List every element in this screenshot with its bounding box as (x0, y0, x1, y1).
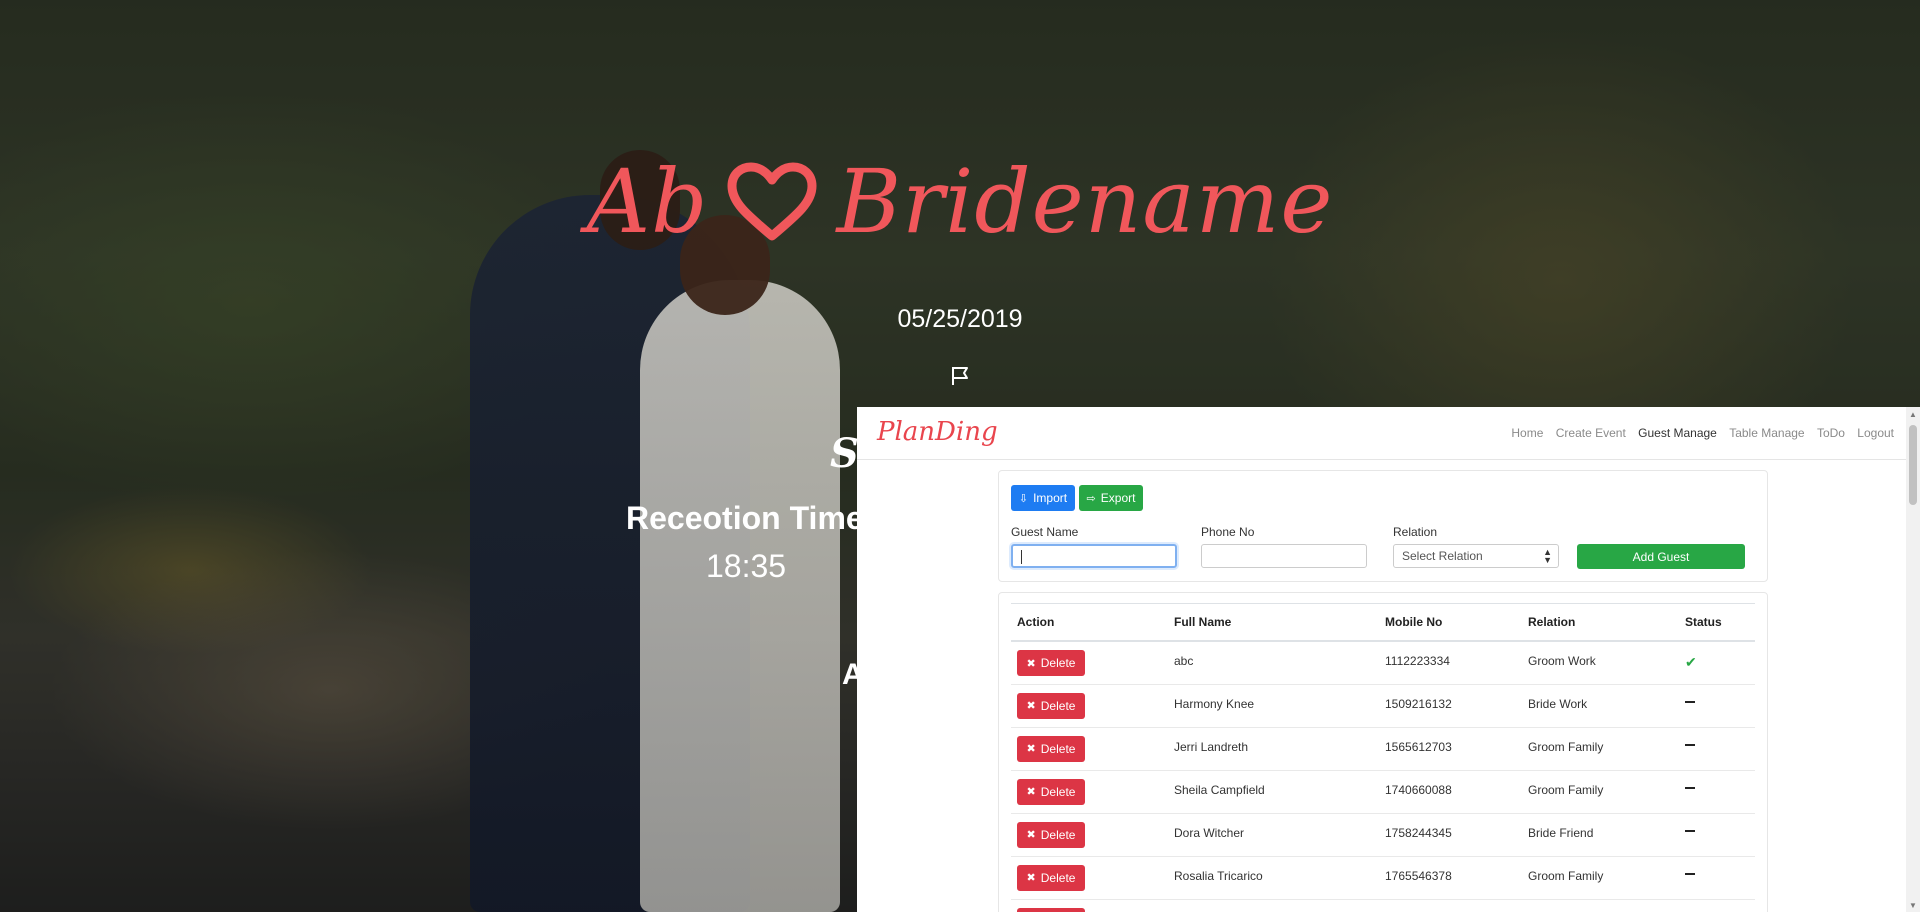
guest-name: abc (1168, 641, 1379, 685)
scrollbar[interactable]: ▲ ▼ (1906, 407, 1920, 912)
minus-icon (1685, 787, 1695, 790)
nav-home[interactable]: Home (1511, 426, 1543, 440)
close-icon: ✖ (1026, 700, 1036, 712)
guest-name: Sheila Campfield (1168, 770, 1379, 814)
nav-create-event[interactable]: Create Event (1556, 426, 1626, 440)
file-import-icon: ⇩ (1018, 492, 1029, 505)
text-caret (1021, 550, 1022, 564)
guest-name: Jerri Landreth (1168, 727, 1379, 771)
close-icon: ✖ (1026, 786, 1036, 798)
guest-mobile: 1765546378 (1379, 856, 1522, 900)
minus-icon (1685, 830, 1695, 833)
minus-icon (1685, 701, 1695, 704)
table-row: ✖ Delete Harmony Knee 1509216132 Bride Wo… (1011, 684, 1755, 728)
delete-button[interactable]: ✖Delete (1017, 778, 1085, 805)
reception-time: 18:35 (706, 548, 787, 584)
delete-button[interactable]: ✖Delete (1017, 735, 1085, 762)
delete-button[interactable]: ✖Delete (1017, 821, 1085, 848)
scrollbar-thumb[interactable] (1909, 425, 1917, 505)
groom-name: Ab (586, 150, 709, 253)
navbar: PlanDing Home Create Event Guest Manage … (857, 407, 1920, 460)
guest-table-card: Action Full Name Mobile No Relation Stat… (998, 592, 1768, 912)
couple-names: Ab Bridename (0, 150, 1920, 263)
col-mobile: Mobile No (1379, 603, 1522, 642)
nav-links: Home Create Event Guest Manage Table Man… (1502, 426, 1894, 440)
photo-bride (640, 280, 840, 912)
bride-name: Bridename (836, 150, 1334, 253)
relation-label: Relation (1393, 525, 1438, 539)
import-button[interactable]: ⇩ Import (1011, 485, 1075, 511)
table-row: ✖ Delete Jerri Landreth 1565612703 Groom … (1011, 727, 1755, 771)
scroll-down-icon[interactable]: ▼ (1909, 901, 1917, 910)
export-button[interactable]: ⇨ Export (1079, 485, 1143, 511)
nav-guest-manage[interactable]: Guest Manage (1638, 426, 1717, 440)
close-icon: ✖ (1026, 829, 1036, 841)
guest-name: Dora Witcher (1168, 813, 1379, 857)
guest-relation: Groom Family (1522, 856, 1679, 900)
guest-name: Harmony Knee (1168, 684, 1379, 728)
table-header-row: Action Full Name Mobile No Relation Stat… (1011, 603, 1755, 642)
file-export-icon: ⇨ (1086, 492, 1096, 505)
nav-logout[interactable]: Logout (1857, 426, 1894, 440)
guest-mobile: 1740660088 (1379, 770, 1522, 814)
guest-relation: Groom Family (1522, 727, 1679, 771)
close-icon: ✖ (1026, 743, 1036, 755)
delete-button[interactable]: ✖Delete (1017, 650, 1085, 676)
guest-relation: Groom Work (1522, 641, 1679, 685)
minus-icon (1685, 873, 1695, 876)
guest-relation: Bride Work (1522, 684, 1679, 728)
delete-button[interactable]: ✖Delete (1017, 907, 1085, 912)
guest-table: Action Full Name Mobile No Relation Stat… (1011, 603, 1755, 912)
delete-button[interactable]: ✖Delete (1017, 864, 1085, 891)
table-row: ✖ Delete Sheila Campfield 1740660088 Groo… (1011, 770, 1755, 814)
flag-icon (948, 364, 972, 392)
delete-button[interactable]: ✖Delete (1017, 692, 1085, 719)
scroll-up-icon[interactable]: ▲ (1909, 410, 1917, 419)
guest-name-input[interactable] (1011, 544, 1177, 568)
nav-todo[interactable]: ToDo (1817, 426, 1845, 440)
table-row: ✖ Delete abc 1112223334 Groom Work ✔ (1011, 641, 1755, 685)
col-action: Action (1011, 603, 1168, 642)
table-row: ✖Delete (1011, 899, 1755, 912)
select-arrows-icon: ▲ ▼ (1543, 547, 1552, 565)
guest-name-label: Guest Name (1011, 525, 1079, 539)
brand-logo[interactable]: PlanDing (877, 417, 998, 447)
guest-mobile: 1509216132 (1379, 684, 1522, 728)
guest-relation: Groom Family (1522, 770, 1679, 814)
heart-icon (726, 160, 818, 263)
guest-mobile: 1758244345 (1379, 813, 1522, 857)
nav-table-manage[interactable]: Table Manage (1729, 426, 1804, 440)
close-icon: ✖ (1026, 872, 1036, 884)
guest-mobile: 1565612703 (1379, 727, 1522, 771)
table-row: ✖ Delete Dora Witcher 1758244345 Bride Fr… (1011, 813, 1755, 857)
event-date: 05/25/2019 (897, 305, 1023, 333)
guest-mobile: 1112223334 (1379, 641, 1522, 685)
reception-label: Receotion Time (626, 500, 864, 536)
guest-relation: Bride Friend (1522, 813, 1679, 857)
phone-label: Phone No (1201, 525, 1255, 539)
add-guest-card: ⇩ Import ⇨ Export Guest Name Phone No Rela… (998, 470, 1768, 582)
guest-manage-window: PlanDing Home Create Event Guest Manage … (857, 407, 1920, 912)
relation-select[interactable]: Select Relation ▲ ▼ (1393, 544, 1559, 568)
add-guest-button[interactable]: Add Guest (1577, 544, 1745, 569)
check-icon: ✔ (1685, 654, 1697, 670)
minus-icon (1685, 744, 1695, 747)
phone-input[interactable] (1201, 544, 1367, 568)
close-icon: ✖ (1026, 657, 1036, 670)
col-full-name: Full Name (1168, 603, 1379, 642)
col-status: Status (1679, 603, 1755, 642)
col-relation: Relation (1522, 603, 1679, 642)
guest-name: Rosalia Tricarico (1168, 856, 1379, 900)
table-row: ✖ Delete Rosalia Tricarico 1765546378 Gro… (1011, 856, 1755, 900)
